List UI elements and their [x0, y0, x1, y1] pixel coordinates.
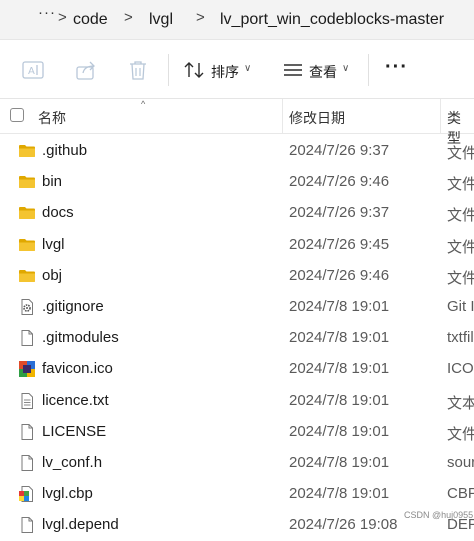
file-type: txtfil: [447, 329, 474, 347]
rename-icon[interactable]: A: [22, 59, 44, 81]
modified-date: 2024/7/8 19:01: [289, 454, 390, 471]
file-name[interactable]: obj: [42, 267, 62, 284]
sort-icon[interactable]: [183, 59, 205, 81]
toolbar: A 排序 ∨ 查看 ∨ ···: [0, 40, 474, 99]
file-name[interactable]: docs: [42, 204, 74, 221]
select-all-checkbox[interactable]: [10, 108, 24, 122]
list-item[interactable]: bin 2024/7/26 9:46 文件: [0, 167, 474, 198]
list-item[interactable]: favicon.ico 2024/7/8 19:01 ICO: [0, 354, 474, 385]
breadcrumb: ··· > code > lvgl > lv_port_win_codebloc…: [0, 0, 474, 40]
file-type: 文件: [447, 425, 474, 443]
modified-date: 2024/7/26 9:46: [289, 173, 390, 191]
modified-date: 2024/7/26 19:08: [289, 516, 398, 534]
list-item[interactable]: licence.txt 2024/7/8 19:01 文本: [0, 386, 474, 417]
view-button[interactable]: 查看: [309, 62, 337, 82]
sort-indicator-icon: ^: [141, 99, 146, 109]
list-item[interactable]: LICENSE 2024/7/8 19:01 文件: [0, 417, 474, 448]
modified-date: 2024/7/26 9:46: [289, 266, 390, 284]
folder-icon: [18, 142, 36, 160]
file-type: CBP: [447, 485, 474, 503]
toolbar-divider: [168, 54, 169, 86]
list-item[interactable]: lv_conf.h 2024/7/8 19:01 sour: [0, 448, 474, 479]
codeblocks-file-icon: [18, 485, 36, 503]
file-type: sour: [447, 454, 474, 471]
breadcrumb-item-code[interactable]: code: [73, 11, 108, 29]
modified-date: 2024/7/8 19:01: [289, 298, 390, 315]
chevron-right-icon: >: [124, 9, 133, 26]
chevron-right-icon: >: [196, 9, 205, 26]
list-item[interactable]: lvgl 2024/7/26 9:45 文件: [0, 230, 474, 261]
folder-icon: [18, 236, 36, 254]
more-options-button[interactable]: ···: [385, 56, 408, 79]
file-name[interactable]: .github: [42, 142, 87, 159]
file-name[interactable]: .gitignore: [42, 298, 104, 315]
file-type: 文件: [447, 145, 474, 162]
image-file-icon: [18, 360, 36, 378]
file-type: ICO: [447, 360, 474, 378]
chevron-right-icon: >: [58, 9, 67, 26]
breadcrumb-more-button[interactable]: ···: [38, 4, 56, 21]
column-divider[interactable]: [282, 99, 283, 133]
file-name[interactable]: bin: [42, 173, 62, 190]
file-type: 文件: [447, 207, 474, 225]
folder-icon: [18, 204, 36, 222]
view-icon[interactable]: [282, 59, 304, 81]
file-type: 文本: [447, 394, 474, 412]
file-name[interactable]: LICENSE: [42, 423, 106, 440]
blank-file-icon: [18, 454, 36, 472]
list-item[interactable]: lvgl.depend 2024/7/26 19:08 DEP: [0, 510, 474, 541]
column-divider[interactable]: [440, 99, 441, 133]
file-name[interactable]: lvgl.depend: [42, 516, 119, 533]
breadcrumb-item-current-folder[interactable]: lv_port_win_codeblocks-master: [220, 11, 444, 29]
svg-text:A: A: [28, 66, 35, 77]
breadcrumb-item-lvgl[interactable]: lvgl: [149, 11, 173, 29]
file-name[interactable]: lv_conf.h: [42, 454, 102, 471]
modified-date: 2024/7/8 19:01: [289, 485, 390, 503]
file-name[interactable]: lvgl: [42, 236, 65, 253]
file-type: Git I: [447, 298, 474, 315]
list-item[interactable]: obj 2024/7/26 9:46 文件: [0, 261, 474, 292]
column-header-date[interactable]: 修改日期: [289, 108, 345, 128]
list-item[interactable]: .gitmodules 2024/7/8 19:01 txtfil: [0, 323, 474, 354]
list-item[interactable]: lvgl.cbp 2024/7/8 19:01 CBP: [0, 479, 474, 510]
folder-icon: [18, 173, 36, 191]
file-type: 文件: [447, 176, 474, 194]
column-header: ^ 名称 修改日期 类型: [0, 99, 474, 146]
column-header-name[interactable]: 名称: [38, 108, 66, 128]
gear-file-icon: [18, 298, 36, 316]
file-name[interactable]: .gitmodules: [42, 329, 119, 346]
file-name[interactable]: lvgl.cbp: [42, 485, 93, 502]
chevron-down-icon[interactable]: ∨: [342, 63, 349, 74]
list-item[interactable]: .gitignore 2024/7/8 19:01 Git I: [0, 292, 474, 323]
delete-icon[interactable]: [127, 59, 149, 81]
blank-file-icon: [18, 423, 36, 441]
modified-date: 2024/7/8 19:01: [289, 329, 390, 347]
sort-button[interactable]: 排序: [211, 62, 239, 82]
modified-date: 2024/7/26 9:37: [289, 204, 390, 222]
modified-date: 2024/7/26 9:45: [289, 235, 390, 253]
modified-date: 2024/7/8 19:01: [289, 422, 390, 440]
file-name[interactable]: licence.txt: [42, 392, 109, 409]
modified-date: 2024/7/8 19:01: [289, 360, 390, 378]
chevron-down-icon[interactable]: ∨: [244, 63, 251, 74]
file-name[interactable]: favicon.ico: [42, 360, 113, 377]
file-type: 文件: [447, 269, 474, 287]
blank-file-icon: [18, 329, 36, 347]
modified-date: 2024/7/26 9:37: [289, 142, 390, 159]
watermark: CSDN @huj0955: [404, 510, 474, 520]
share-icon[interactable]: [75, 59, 97, 81]
blank-file-icon: [18, 516, 36, 534]
list-item[interactable]: docs 2024/7/26 9:37 文件: [0, 198, 474, 229]
text-file-icon: [18, 392, 36, 410]
modified-date: 2024/7/8 19:01: [289, 391, 390, 409]
toolbar-divider: [368, 54, 369, 86]
file-type: 文件: [447, 238, 474, 256]
folder-icon: [18, 267, 36, 285]
list-item[interactable]: .github 2024/7/26 9:37 文件: [0, 136, 474, 167]
